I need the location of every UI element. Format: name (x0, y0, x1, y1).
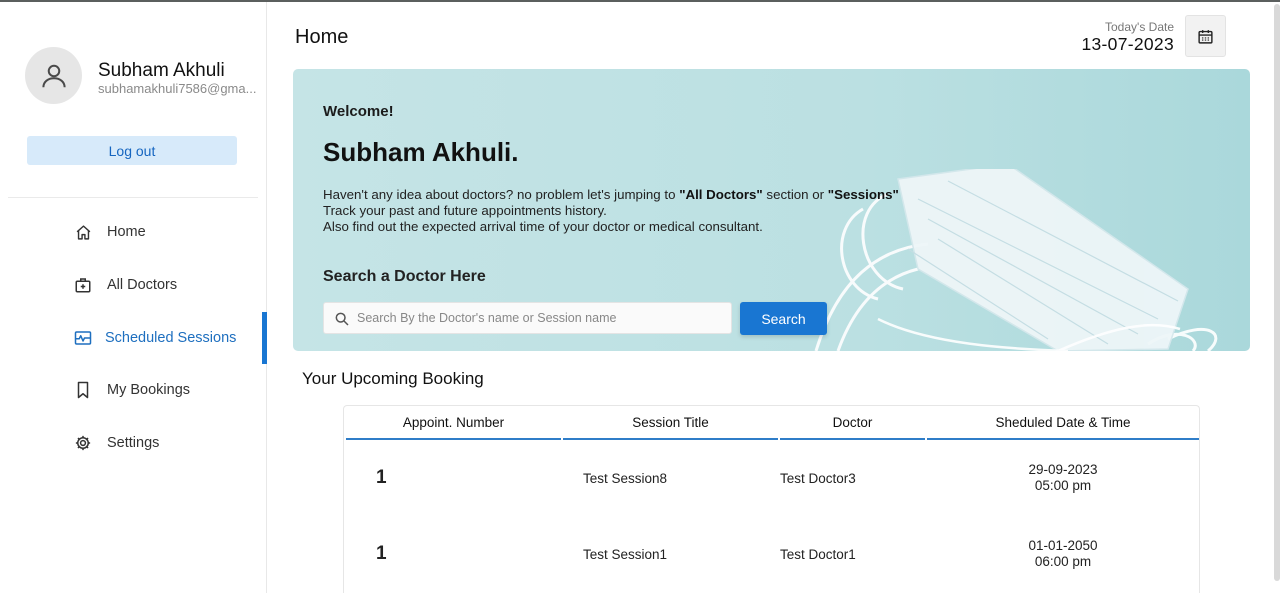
banner-line-3: Also find out the expected arrival time … (323, 219, 763, 234)
pulse-monitor-icon (74, 329, 92, 347)
main-content: Home Today's Date 13-07-2023 Welcome! Su… (267, 2, 1280, 593)
banner-line-2: Track your past and future appointments … (323, 203, 607, 218)
scheduled-date: 01-01-2050 (1028, 538, 1098, 553)
gear-icon (74, 434, 92, 452)
calendar-icon (1198, 29, 1213, 44)
sidebar: Subham Akhuli subhamakhuli7586@gma... Lo… (0, 2, 267, 593)
banner-line-1: Haven't any idea about doctors? no probl… (323, 187, 899, 203)
sidebar-item-all-doctors[interactable]: All Doctors (0, 259, 267, 311)
scheduled-time: 05:00 pm (1034, 478, 1092, 493)
sidebar-item-scheduled-sessions[interactable]: Scheduled Sessions (0, 312, 267, 364)
table-row[interactable]: 1 Test Session8 Test Doctor3 29-09-2023 … (346, 440, 1199, 516)
vertical-scrollbar[interactable] (1274, 4, 1280, 581)
date-label: Today's Date (1105, 20, 1174, 34)
logout-button[interactable]: Log out (27, 136, 237, 165)
scheduled-datetime: 01-01-2050 06:00 pm (927, 516, 1199, 592)
search-input[interactable] (357, 303, 727, 333)
column-header: Doctor (780, 406, 925, 440)
search-icon (335, 312, 349, 326)
profile-name: Subham Akhuli (98, 60, 225, 81)
sidebar-item-label: All Doctors (107, 277, 178, 293)
sidebar-item-my-bookings[interactable]: My Bookings (0, 364, 267, 416)
doctor-name: Test Doctor3 (780, 470, 856, 486)
welcome-text: Welcome! (323, 103, 394, 120)
welcome-banner: Welcome! Subham Akhuli. Haven't any idea… (293, 69, 1250, 351)
avatar (25, 47, 82, 104)
welcome-user-name: Subham Akhuli. (323, 137, 519, 167)
table-header-row: Appoint. Number Session Title Doctor She… (346, 406, 1199, 440)
table-row[interactable]: 1 Test Session1 Test Doctor1 01-01-2050 … (346, 516, 1199, 592)
sidebar-divider (8, 197, 258, 198)
column-header: Sheduled Date & Time (927, 406, 1199, 440)
search-field[interactable] (323, 302, 732, 334)
column-header: Appoint. Number (346, 406, 561, 440)
home-icon (74, 223, 92, 241)
upcoming-booking-table: Appoint. Number Session Title Doctor She… (343, 405, 1200, 593)
banner-description: Haven't any idea about doctors? no probl… (323, 187, 899, 235)
profile-email: subhamakhuli7586@gma... (98, 81, 257, 96)
sessions-highlight: "Sessions" (827, 187, 899, 202)
session-title: Test Session1 (583, 546, 668, 562)
appointment-number: 1 (376, 467, 387, 488)
scheduled-time: 06:00 pm (1034, 554, 1092, 569)
sidebar-item-label: My Bookings (107, 382, 191, 398)
search-button[interactable]: Search (740, 302, 827, 335)
bookmark-icon (74, 381, 92, 399)
upcoming-booking-title: Your Upcoming Booking (302, 369, 484, 388)
appointment-number: 1 (376, 543, 387, 564)
sidebar-item-label: Settings (107, 435, 160, 451)
sidebar-item-label: Scheduled Sessions (105, 330, 237, 346)
banner-line-1-text: Haven't any idea about doctors? no probl… (323, 187, 680, 202)
medical-kit-icon (74, 276, 92, 294)
date-value: 13-07-2023 (1081, 34, 1174, 54)
all-doctors-highlight: "All Doctors" (679, 187, 763, 202)
search-heading: Search a Doctor Here (323, 268, 486, 285)
calendar-button[interactable] (1185, 15, 1226, 57)
column-header: Session Title (563, 406, 778, 440)
sidebar-item-label: Home (107, 224, 146, 240)
page-title: Home (295, 26, 349, 48)
sidebar-item-home[interactable]: Home (0, 206, 267, 258)
scheduled-datetime: 29-09-2023 05:00 pm (927, 440, 1199, 516)
banner-line-1-text-2: section or (762, 187, 828, 202)
scheduled-date: 29-09-2023 (1028, 462, 1098, 477)
doctor-name: Test Doctor1 (780, 546, 856, 562)
user-icon (41, 64, 66, 87)
session-title: Test Session8 (583, 470, 668, 486)
sidebar-item-settings[interactable]: Settings (0, 417, 267, 469)
